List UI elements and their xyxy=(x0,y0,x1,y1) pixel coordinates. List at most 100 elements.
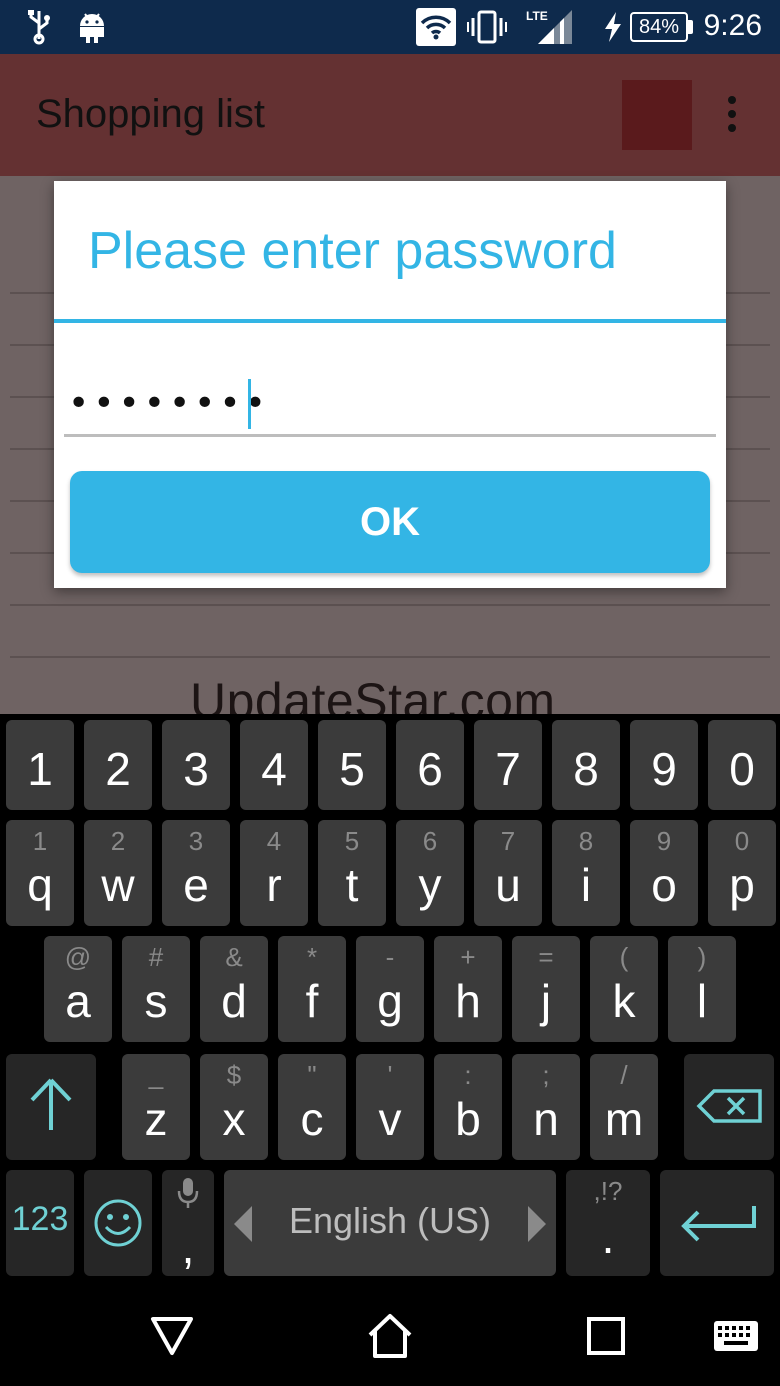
key-label: y xyxy=(418,859,442,911)
key-r[interactable]: 4r xyxy=(240,820,308,926)
key-hint: / xyxy=(620,1060,628,1090)
key-label: b xyxy=(455,1093,481,1145)
key-x[interactable]: $ x xyxy=(200,1054,268,1160)
key-label: 3 xyxy=(183,743,209,795)
key-hint: 9 xyxy=(656,826,672,856)
key-label: 9 xyxy=(651,743,677,795)
period-key-label: . xyxy=(601,1211,615,1263)
key-0[interactable]: 0 xyxy=(708,720,776,810)
key-label: t xyxy=(345,859,359,911)
key-1[interactable]: 1 xyxy=(6,720,74,810)
home-icon[interactable] xyxy=(360,1306,420,1366)
key-hint: " xyxy=(307,1060,317,1090)
key-hint: ) xyxy=(697,942,707,972)
key-t[interactable]: 5t xyxy=(318,820,386,926)
key-j[interactable]: = j xyxy=(512,936,580,1042)
key-label: n xyxy=(533,1093,559,1145)
key-hint: 5 xyxy=(344,826,360,856)
space-key[interactable]: English (US) xyxy=(224,1170,556,1276)
key-label: 4 xyxy=(261,743,287,795)
key-hint: - xyxy=(385,942,395,972)
key-h[interactable]: + h xyxy=(434,936,502,1042)
key-label: c xyxy=(300,1093,324,1145)
key-4[interactable]: 4 xyxy=(240,720,308,810)
key-label: 6 xyxy=(417,743,443,795)
key-hint: _ xyxy=(148,1060,164,1090)
key-v[interactable]: ' v xyxy=(356,1054,424,1160)
key-label: e xyxy=(183,859,209,911)
key-hint: # xyxy=(148,942,164,972)
key-label: r xyxy=(266,859,282,911)
emoji-key[interactable] xyxy=(84,1170,152,1276)
key-y[interactable]: 6y xyxy=(396,820,464,926)
shift-key[interactable] xyxy=(6,1054,96,1160)
key-label: 5 xyxy=(339,743,365,795)
key-label: i xyxy=(580,859,592,911)
key-d[interactable]: & d xyxy=(200,936,268,1042)
key-label: 1 xyxy=(27,743,53,795)
key-u[interactable]: 7u xyxy=(474,820,542,926)
period-key[interactable]: ,!? . xyxy=(566,1170,650,1276)
key-label: z xyxy=(144,1093,168,1145)
key-o[interactable]: 9o xyxy=(630,820,698,926)
key-m[interactable]: / m xyxy=(590,1054,658,1160)
key-p[interactable]: 0p xyxy=(708,820,776,926)
backspace-key[interactable] xyxy=(684,1054,774,1160)
key-label: u xyxy=(495,859,521,911)
key-l[interactable]: ) l xyxy=(668,936,736,1042)
key-hint: 6 xyxy=(422,826,438,856)
comma-key[interactable]: , xyxy=(162,1170,214,1276)
key-e[interactable]: 3e xyxy=(162,820,230,926)
recent-apps-icon[interactable] xyxy=(576,1306,636,1366)
keyboard-icon[interactable] xyxy=(706,1306,766,1366)
back-icon[interactable] xyxy=(142,1306,202,1366)
overflow-menu-icon[interactable] xyxy=(722,96,742,136)
language-right-icon xyxy=(526,1204,548,1249)
symbols-key-label: 123 xyxy=(11,1200,69,1238)
key-9[interactable]: 9 xyxy=(630,720,698,810)
symbols-key[interactable]: 123 xyxy=(6,1170,74,1276)
ok-button[interactable]: OK xyxy=(70,471,710,573)
text-cursor xyxy=(248,379,251,429)
color-picker-button[interactable] xyxy=(622,80,692,150)
password-input[interactable]: •••••••• xyxy=(64,377,716,437)
key-5[interactable]: 5 xyxy=(318,720,386,810)
key-q[interactable]: 1q xyxy=(6,820,74,926)
key-3[interactable]: 3 xyxy=(162,720,230,810)
microphone-icon xyxy=(176,1176,200,1215)
key-label: s xyxy=(144,975,168,1027)
key-hint: * xyxy=(306,942,318,972)
key-6[interactable]: 6 xyxy=(396,720,464,810)
vibrate-icon xyxy=(466,8,508,46)
backspace-icon xyxy=(696,1088,764,1129)
enter-key[interactable] xyxy=(660,1170,774,1276)
key-2[interactable]: 2 xyxy=(84,720,152,810)
key-n[interactable]: ; n xyxy=(512,1054,580,1160)
key-hint: + xyxy=(460,942,476,972)
status-bar: LTE 84% 9:26 xyxy=(0,0,780,54)
key-w[interactable]: 2w xyxy=(84,820,152,926)
key-label: l xyxy=(696,975,708,1027)
key-k[interactable]: (k xyxy=(590,936,658,1042)
key-g[interactable]: -g xyxy=(356,936,424,1042)
key-z[interactable]: _ z xyxy=(122,1054,190,1160)
key-s[interactable]: # s xyxy=(122,936,190,1042)
comma-key-label: , xyxy=(181,1221,195,1273)
key-b[interactable]: :b xyxy=(434,1054,502,1160)
key-label: v xyxy=(378,1093,402,1145)
key-8[interactable]: 8 xyxy=(552,720,620,810)
key-i[interactable]: 8i xyxy=(552,820,620,926)
key-f[interactable]: * f xyxy=(278,936,346,1042)
key-a[interactable]: @ a xyxy=(44,936,112,1042)
usb-icon xyxy=(24,8,54,46)
battery-tip xyxy=(688,20,693,34)
key-label: d xyxy=(221,975,247,1027)
list-line xyxy=(10,604,770,606)
svg-text:LTE: LTE xyxy=(526,9,548,23)
watermark: UpdateStar.com xyxy=(190,673,556,714)
key-label: f xyxy=(305,975,319,1027)
page-title: Shopping list xyxy=(36,92,266,136)
key-c[interactable]: " c xyxy=(278,1054,346,1160)
key-label: 2 xyxy=(105,743,131,795)
key-7[interactable]: 7 xyxy=(474,720,542,810)
